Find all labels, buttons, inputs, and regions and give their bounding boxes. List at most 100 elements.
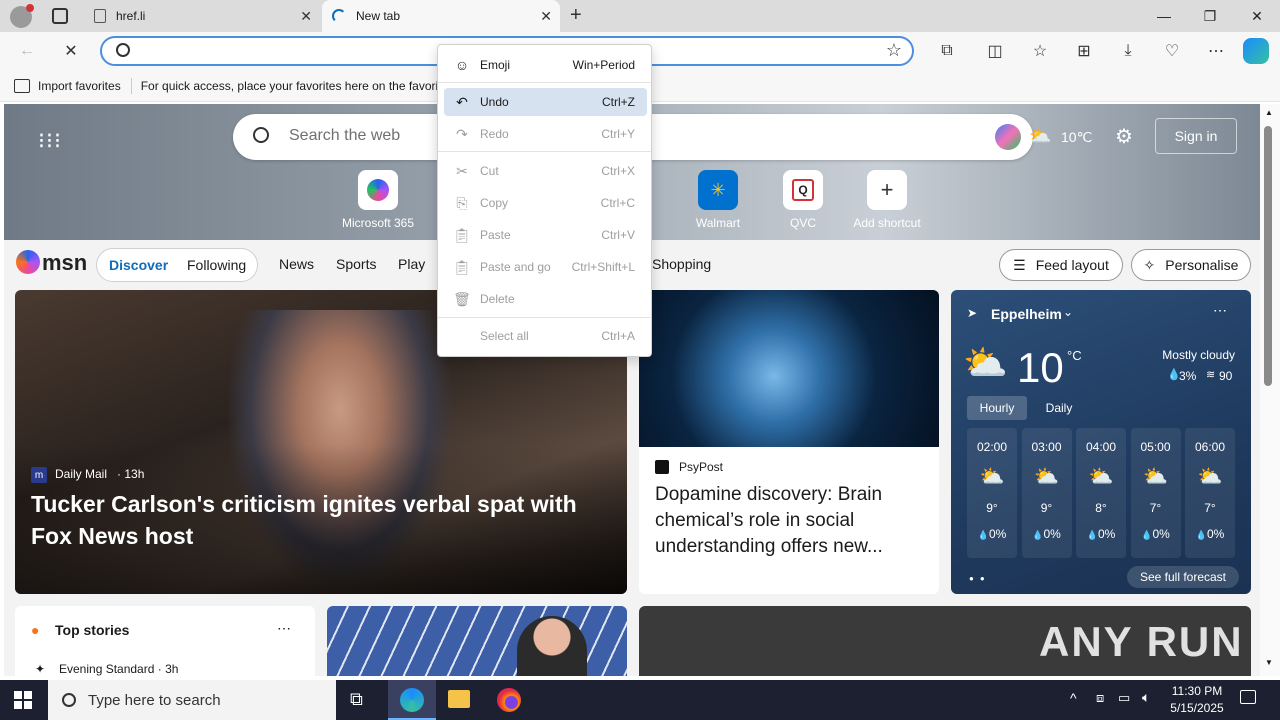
task-view-icon[interactable]: ⧉ (350, 689, 363, 710)
menu-item-paste[interactable]: 📋︎ Paste Ctrl+V (444, 221, 647, 249)
import-favorites-link[interactable]: Import favorites (38, 79, 121, 93)
undo-icon: ↶ (456, 93, 468, 110)
more-options-icon[interactable]: ⋯ (1201, 36, 1231, 66)
browser-essentials-icon[interactable]: ♡ (1157, 36, 1187, 66)
story-title[interactable]: Tucker Carlson's criticism ignites verba… (31, 488, 621, 552)
menu-item-delete[interactable]: 🗑︎ Delete (444, 285, 647, 313)
partly-cloudy-icon: ⛅ (1088, 466, 1114, 488)
firefox-icon[interactable] (497, 688, 521, 712)
stop-loading-button[interactable]: ✕ (56, 36, 86, 66)
extensions-icon[interactable]: ⧉ (932, 36, 962, 66)
file-explorer-icon[interactable] (448, 690, 470, 708)
collections-icon[interactable]: ⊞ (1069, 36, 1099, 66)
favorites-icon[interactable]: ☆ (1025, 36, 1055, 66)
person-image (517, 616, 587, 676)
close-tab-icon[interactable]: ✕ (300, 8, 312, 25)
more-icon[interactable]: ⋯ (1213, 302, 1227, 319)
page-icon (94, 9, 106, 23)
menu-item-shortcut: Ctrl+Y (601, 127, 635, 141)
tab-hourly[interactable]: Hourly (967, 396, 1027, 420)
copilot-icon[interactable] (995, 124, 1021, 150)
shortcut-qvc[interactable]: Q QVC (763, 170, 843, 230)
hour-time: 02:00 (976, 440, 1008, 454)
carousel-dots: ●● (969, 574, 991, 583)
favorite-star-icon[interactable]: ☆ (886, 40, 902, 61)
wifi-icon[interactable]: ▭ (1118, 690, 1130, 706)
tab-daily[interactable]: Daily (1029, 396, 1089, 420)
raindrop-icon: 💧 (1195, 530, 1207, 540)
solar-story-card[interactable] (327, 606, 627, 676)
back-button[interactable]: ← (12, 36, 42, 66)
hour-time: 04:00 (1085, 440, 1117, 454)
tray-chevron-icon[interactable]: ^ (1070, 690, 1077, 706)
tab-new-tab[interactable]: New tab ✕ (322, 0, 560, 32)
promo-card[interactable]: ANY RUN (639, 606, 1251, 676)
page-settings-icon[interactable]: ⚙ (1115, 124, 1133, 149)
nav-shopping[interactable]: Shopping (652, 256, 711, 272)
msn-logo[interactable]: msn (42, 250, 87, 276)
nav-news[interactable]: News (279, 256, 314, 272)
split-screen-icon[interactable]: ◫ (980, 36, 1010, 66)
more-icon[interactable]: ⋯ (277, 620, 291, 637)
menu-item-select-all[interactable]: Select all Ctrl+A (444, 322, 647, 350)
shortcut-microsoft-365[interactable]: Microsoft 365 (338, 170, 418, 230)
scroll-down-icon[interactable]: ▼ (1265, 658, 1273, 667)
personalise-icon: ✧ (1143, 256, 1156, 273)
minimize-button[interactable]: — (1141, 0, 1187, 32)
taskbar-search[interactable]: Type here to search (48, 680, 336, 720)
menu-item-shortcut: Ctrl+V (601, 228, 635, 242)
hour-time: 05:00 (1140, 440, 1171, 454)
sign-in-button[interactable]: Sign in (1155, 118, 1237, 154)
raindrop-icon: 💧 (1032, 530, 1044, 540)
shortcut-walmart[interactable]: ✳ Walmart (678, 170, 758, 230)
story-age: · 13h (117, 467, 145, 481)
scrollbar-thumb[interactable] (1264, 126, 1272, 386)
weather-location[interactable]: Eppelheim (991, 306, 1062, 322)
see-full-forecast-button[interactable]: See full forecast (1127, 566, 1239, 588)
menu-item-emoji[interactable]: ☺ Emoji Win+Period (444, 51, 647, 79)
chevron-down-icon[interactable]: ⌄ (1063, 305, 1073, 319)
nav-sports[interactable]: Sports (336, 256, 376, 272)
m365-icon (358, 170, 398, 210)
clock-date[interactable]: 5/15/2025 (1166, 701, 1228, 715)
msn-logo-icon[interactable] (16, 250, 40, 274)
clock-time[interactable]: 11:30 PM (1170, 684, 1224, 698)
side-story-card[interactable]: PsyPost Dopamine discovery: Brain chemic… (639, 290, 939, 594)
weather-card[interactable]: ➤ Eppelheim ⌄ ⋯ ⛅ 10 °C Mostly cloudy 💧 … (951, 290, 1251, 594)
close-window-button[interactable]: ✕ (1234, 0, 1280, 32)
menu-item-copy[interactable]: ⎘ Copy Ctrl+C (444, 189, 647, 217)
close-tab-icon[interactable]: ✕ (540, 8, 552, 25)
weather-mini-temp[interactable]: 10℃ (1061, 129, 1092, 146)
profile-icon[interactable] (10, 4, 34, 28)
humidity-icon: ≋ (1206, 369, 1216, 381)
add-shortcut-button[interactable]: + Add shortcut (847, 170, 927, 230)
new-tab-button[interactable]: + (570, 4, 582, 27)
story-title[interactable]: Dopamine discovery: Brain chemical’s rol… (655, 482, 925, 560)
menu-item-paste-and-go[interactable]: 📋︎ Paste and go Ctrl+Shift+L (444, 253, 647, 281)
notifications-icon[interactable] (1240, 690, 1256, 704)
tab-actions-icon[interactable] (52, 8, 68, 24)
downloads-icon[interactable]: ⤓ (1113, 36, 1143, 66)
page-scrollbar[interactable]: ▲ ▼ (1260, 104, 1280, 676)
feed-layout-button[interactable]: ☰ Feed layout (999, 249, 1123, 281)
tab-href-li[interactable]: href.li ✕ (84, 0, 320, 32)
nav-play[interactable]: Play (398, 256, 425, 272)
tab-discover[interactable]: Discover (109, 257, 168, 273)
story-source: Evening Standard · 3h (59, 662, 179, 676)
volume-icon[interactable]: 🔈︎ (1142, 689, 1150, 706)
menu-item-redo[interactable]: ↷ Redo Ctrl+Y (444, 120, 647, 148)
menu-item-undo[interactable]: ↶ Undo Ctrl+Z (444, 88, 647, 116)
network-icon[interactable]: ⧈ (1096, 690, 1104, 706)
hour-time: 06:00 (1194, 440, 1226, 454)
start-button[interactable] (14, 691, 32, 709)
copilot-icon[interactable] (1243, 38, 1269, 64)
apps-launcher-icon[interactable]: ⁝⁝⁝ (38, 128, 62, 154)
tab-following[interactable]: Following (187, 257, 246, 273)
weather-mini-icon: ⛅ (1029, 126, 1052, 146)
personalise-button[interactable]: ✧ Personalise (1131, 249, 1251, 281)
scroll-up-icon[interactable]: ▲ (1265, 108, 1273, 117)
menu-item-cut[interactable]: ✂ Cut Ctrl+X (444, 157, 647, 185)
web-search-input[interactable]: Search the web (289, 127, 400, 145)
edge-taskbar-icon[interactable] (388, 680, 436, 720)
restore-button[interactable]: ❐ (1187, 0, 1233, 32)
